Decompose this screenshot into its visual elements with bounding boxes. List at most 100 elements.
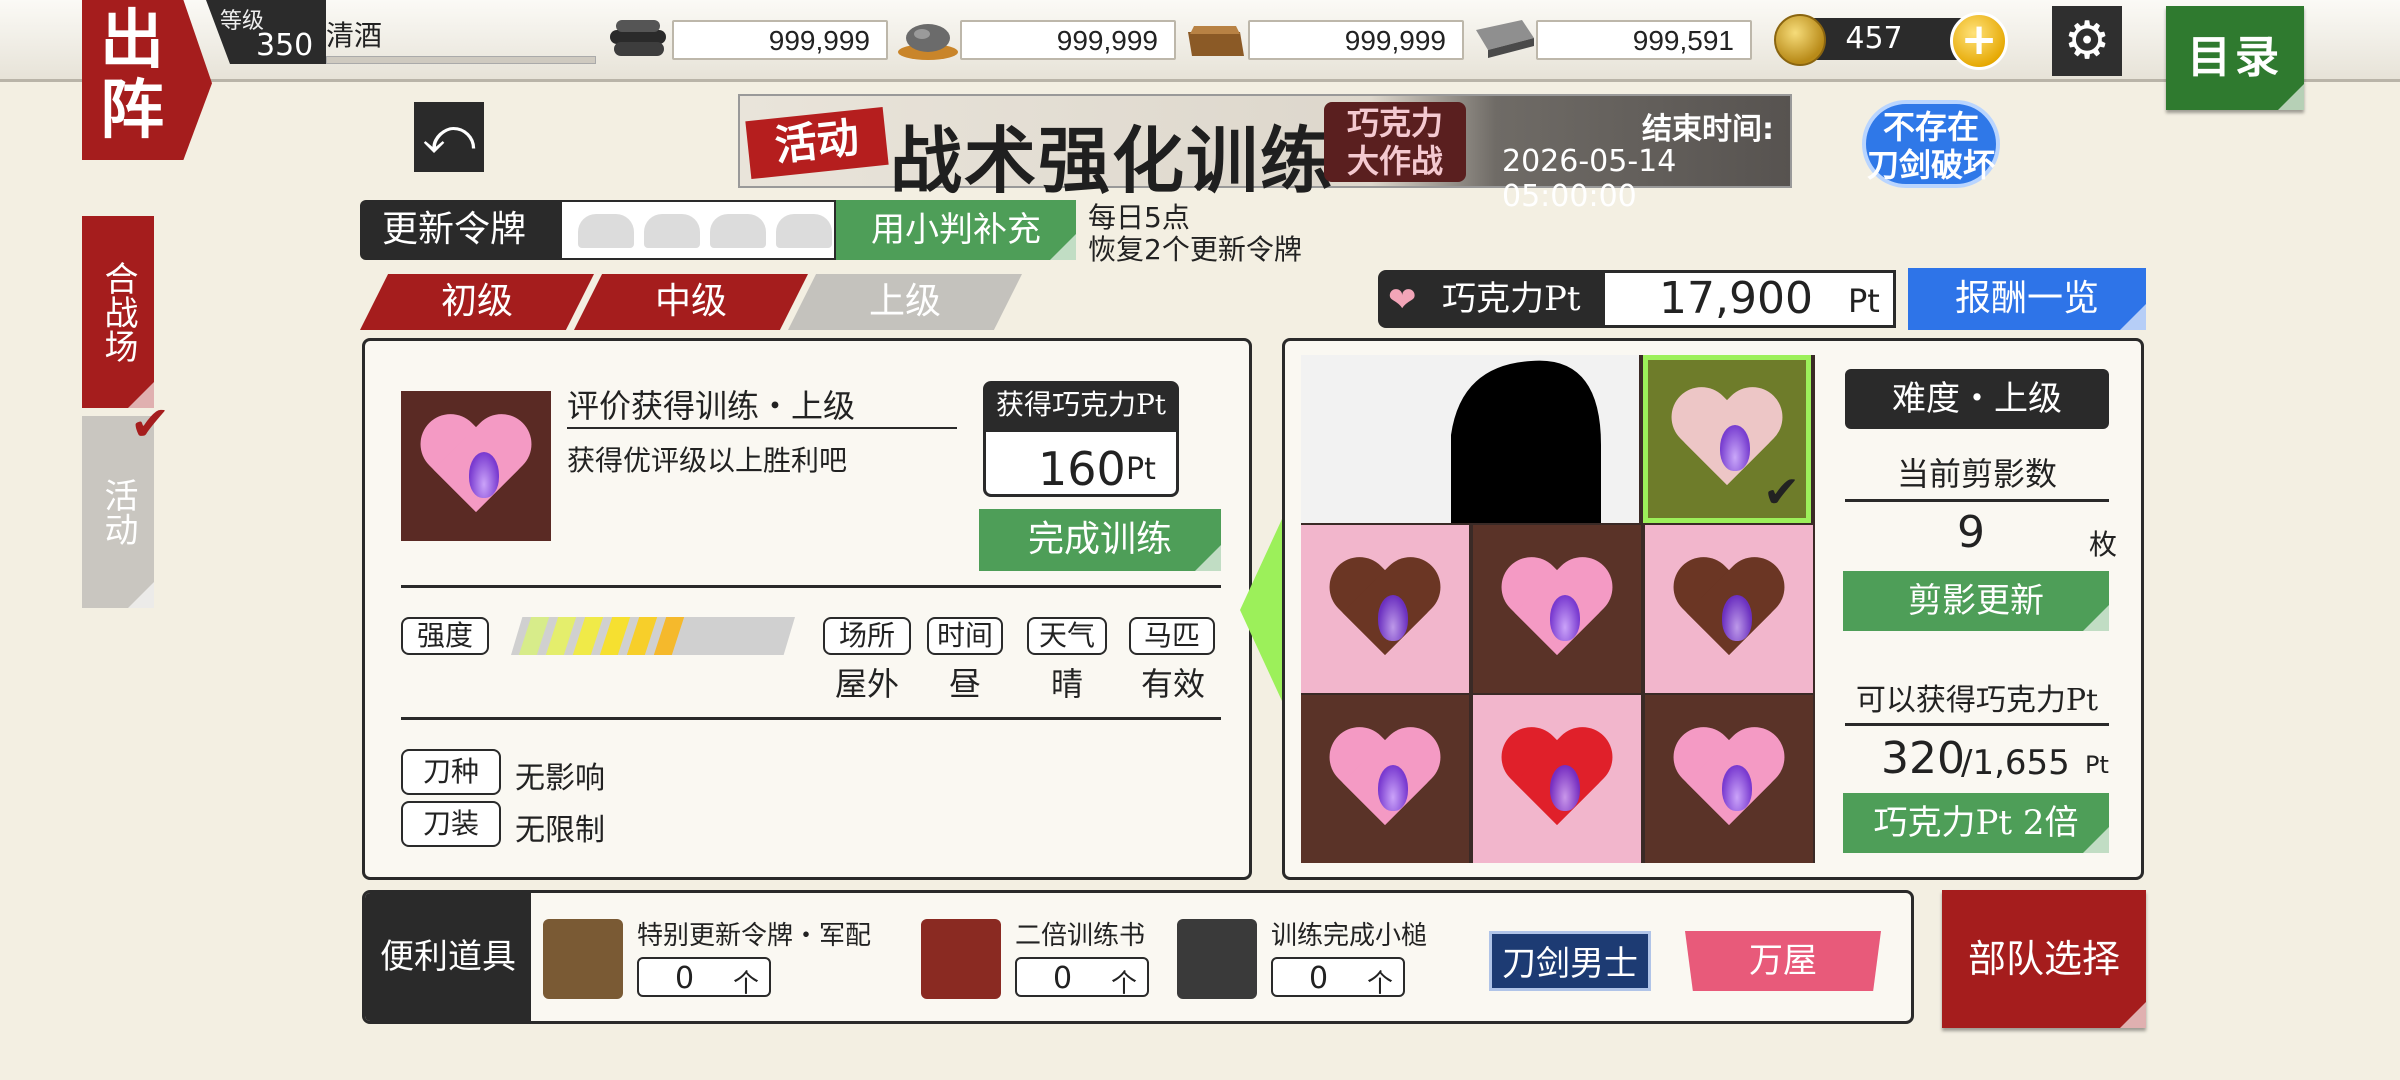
checkmark-icon: ✔ <box>1763 467 1800 518</box>
cooling-material-value: 999,999 <box>1248 20 1464 60</box>
mallet-icon <box>1177 919 1257 999</box>
grid-cell[interactable] <box>1473 695 1641 863</box>
divider <box>567 427 957 429</box>
tab-advanced[interactable]: 上级 <box>788 274 1022 330</box>
intensity-segment <box>708 617 738 655</box>
double-pt-button[interactable]: 巧克力Pt 2倍 <box>1843 793 2109 853</box>
obtainable-pt-unit: Pt <box>2085 751 2109 779</box>
event-title: 战术强化训练 <box>890 118 1335 203</box>
gain-pt-value: 160 <box>1038 442 1126 496</box>
charcoal-value: 999,999 <box>672 20 888 60</box>
squad-select-button[interactable]: 部队选择 <box>1942 890 2146 1028</box>
item-unit: 个 <box>1111 969 1138 999</box>
tab-beginner[interactable]: 初级 <box>360 274 594 330</box>
token-slot-icon <box>776 214 832 248</box>
token-slot-icon <box>578 214 634 248</box>
refill-with-koban-button[interactable]: 用小判补充 <box>836 200 1076 260</box>
convenience-items-bar: 便利道具 特别更新令牌・军配 0 个 二倍训练书 0 个 训练完成小槌 0 个 … <box>362 890 1914 1024</box>
mission-description: 获得优评级以上胜利吧 <box>567 444 848 477</box>
whetstone-icon <box>1472 16 1536 62</box>
koban-coin-icon <box>1774 14 1826 66</box>
rule-value-sword-type: 无影响 <box>515 761 605 796</box>
back-arrow-icon[interactable]: ⤺ <box>414 102 484 172</box>
divider <box>1845 723 2109 726</box>
token-note-recover: 恢复2个更新令牌 <box>1088 233 1302 266</box>
intensity-label: 强度 <box>401 617 489 655</box>
charcoal-icon <box>606 16 670 62</box>
refresh-silhouette-button[interactable]: 剪影更新 <box>1843 571 2109 631</box>
tab-battlefield[interactable]: 合战场 <box>82 216 154 408</box>
item-count-box: 0 个 <box>637 957 771 999</box>
grid-cell[interactable] <box>1301 695 1469 863</box>
intensity-segment <box>681 617 711 655</box>
item-name: 特别更新令牌・军配 <box>637 921 872 951</box>
intensity-segment <box>572 617 604 655</box>
intensity-segment <box>735 617 765 655</box>
obtainable-pt-current: 320 <box>1881 733 1965 784</box>
no-break-line1: 不存在 <box>1882 108 1979 146</box>
divider <box>401 585 1221 588</box>
war-fan-token-icon <box>543 919 623 999</box>
obtainable-pt-total: /1,655 <box>1961 743 2070 783</box>
event-subtitle-line1: 巧克力 <box>1346 104 1443 142</box>
convenience-items-label: 便利道具 <box>365 893 531 1021</box>
player-name: 清酒 <box>326 19 383 52</box>
grid-cell-selected[interactable]: ✔ <box>1643 355 1811 523</box>
level-box: 等级 350 <box>206 0 326 64</box>
checkmark-icon: ✔ <box>130 396 171 452</box>
grid-cell[interactable] <box>1473 525 1641 693</box>
silhouette-count-label: 当前剪影数 <box>1896 455 2057 493</box>
silhouette-count-unit: 枚 <box>2089 528 2118 561</box>
whetstone-value: 999,591 <box>1536 20 1752 60</box>
rule-label-equipment: 刀装 <box>401 801 501 847</box>
gain-pt-unit: Pt <box>1126 452 1156 487</box>
item-count: 0 <box>675 961 695 996</box>
grid-cell[interactable] <box>1301 525 1469 693</box>
scroll-icon <box>921 919 1001 999</box>
revealed-silhouette <box>1301 355 1639 523</box>
intensity-segment <box>626 617 658 655</box>
token-slot-icon <box>644 214 700 248</box>
intensity-segment <box>545 617 577 655</box>
condition-label-weather: 天气 <box>1027 617 1107 655</box>
condition-label-time: 时间 <box>927 617 1003 655</box>
condition-value-horse: 有效 <box>1140 665 1205 703</box>
condition-label-horse: 马匹 <box>1129 617 1215 655</box>
token-slots <box>560 200 836 260</box>
condition-value-weather: 晴 <box>1050 665 1083 703</box>
condition-value-time: 昼 <box>948 665 981 703</box>
tab-intermediate[interactable]: 中级 <box>574 274 808 330</box>
silhouette-count-value: 9 <box>1957 507 1985 558</box>
item-count: 0 <box>1053 961 1073 996</box>
intensity-segment <box>599 617 631 655</box>
settings-gear-icon[interactable]: ⚙ <box>2052 6 2122 76</box>
grid-cell[interactable] <box>1645 695 1813 863</box>
end-time-value: 2026-05-14 05:00:00 <box>1502 144 1677 214</box>
yorozuya-shop-button[interactable]: 万屋 <box>1685 931 1881 991</box>
no-break-badge: 不存在 刀剑破坏 <box>1862 100 2000 188</box>
reward-list-button[interactable]: 报酬一览 <box>1908 268 2146 330</box>
item-unit: 个 <box>733 969 760 999</box>
tamahagane-value: 999,999 <box>960 20 1176 60</box>
item-name: 二倍训练书 <box>1015 921 1146 951</box>
condition-value-location: 屋外 <box>834 665 899 703</box>
event-banner: 活动 战术强化训练 巧克力 大作战 结束时间: 2026-05-14 05:00… <box>738 94 1792 214</box>
intensity-segment <box>653 617 685 655</box>
grid-cell[interactable] <box>1645 525 1813 693</box>
intensity-gauge <box>511 617 795 655</box>
event-tag: 活动 <box>745 106 889 180</box>
add-koban-button[interactable]: + <box>1950 12 2008 70</box>
sword-boys-button[interactable]: 刀剑男士 <box>1489 931 1651 991</box>
rule-label-sword-type: 刀种 <box>401 749 501 795</box>
event-subtitle: 巧克力 大作战 <box>1324 102 1466 182</box>
chocolate-pt-unit: Pt <box>1848 282 1880 320</box>
chocolate-heart-icon <box>401 391 551 541</box>
intensity-segment <box>762 617 792 655</box>
menu-button[interactable]: 目录 <box>2166 6 2304 110</box>
event-subtitle-line2: 大作战 <box>1346 142 1443 180</box>
complete-training-button[interactable]: 完成训练 <box>979 509 1221 571</box>
obtainable-pt-label: 可以获得巧克力Pt <box>1855 683 2099 718</box>
exp-bar <box>326 56 596 64</box>
difficulty-badge: 难度・上级 <box>1845 369 2109 429</box>
refresh-token-label: 更新令牌 <box>360 200 560 260</box>
